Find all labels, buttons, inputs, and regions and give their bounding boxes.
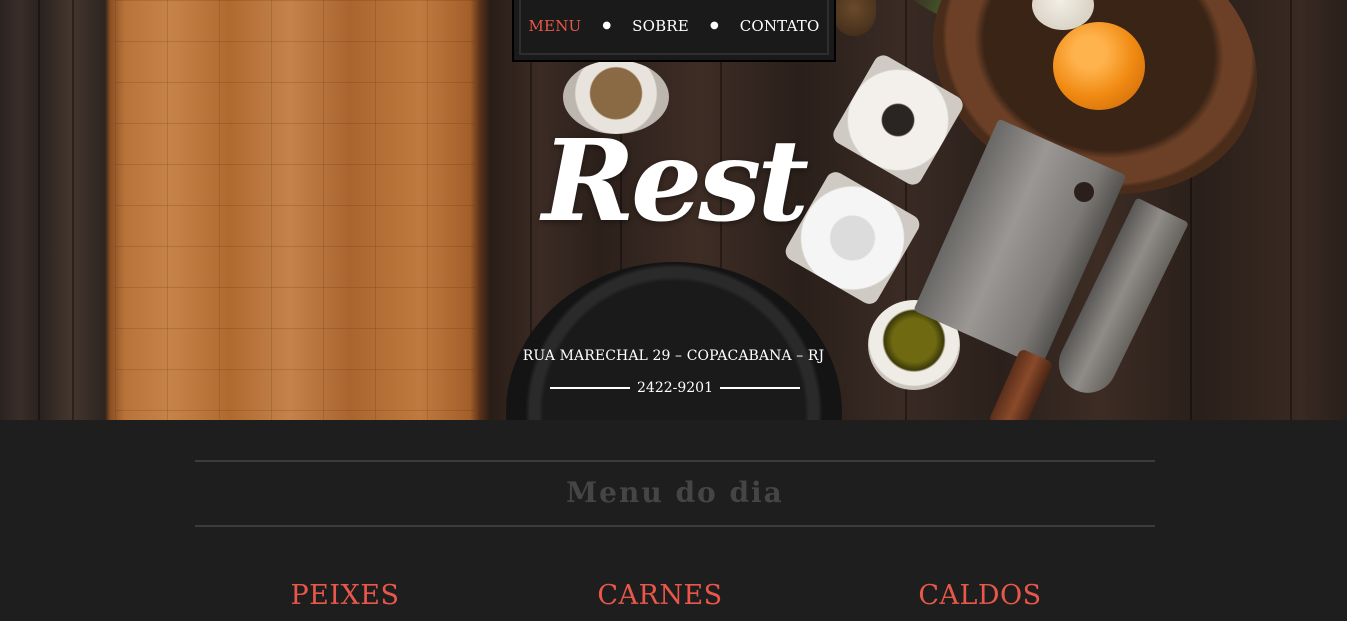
nav-separator-dot: ●: [602, 20, 612, 31]
main-nav: MENU ● SOBRE ● CONTATO: [512, 0, 836, 62]
cast-iron-pan-image: [506, 262, 842, 420]
menu-title: Menu do dia: [566, 476, 784, 509]
hero-banner: MENU ● SOBRE ● CONTATO Rest RUA MARECHAL…: [0, 0, 1347, 420]
restaurant-address: RUA MARECHAL 29 – COPACABANA – RJ: [522, 348, 825, 364]
menu-bottom-rule: [195, 525, 1155, 527]
nav-item-contato[interactable]: CONTATO: [737, 17, 823, 35]
phone-divider-left: [550, 387, 630, 389]
nav-item-menu[interactable]: MENU: [525, 17, 584, 35]
category-carnes[interactable]: CARNES: [560, 580, 760, 611]
spice-jar-image: [832, 0, 876, 36]
menu-top-rule: [195, 460, 1155, 462]
nav-inner: MENU ● SOBRE ● CONTATO: [519, 0, 829, 55]
category-peixes[interactable]: PEIXES: [245, 580, 445, 611]
nav-separator-dot: ●: [709, 20, 719, 31]
menu-section: Menu do dia PEIXES CARNES CALDOS: [0, 420, 1347, 621]
restaurant-logo: Rest: [541, 116, 809, 247]
orange-image: [1053, 22, 1145, 110]
category-caldos[interactable]: CALDOS: [880, 580, 1080, 611]
nav-item-sobre[interactable]: SOBRE: [629, 17, 692, 35]
phone-row: 2422-9201: [550, 380, 800, 396]
restaurant-phone: 2422-9201: [637, 380, 713, 396]
phone-divider-right: [720, 387, 800, 389]
